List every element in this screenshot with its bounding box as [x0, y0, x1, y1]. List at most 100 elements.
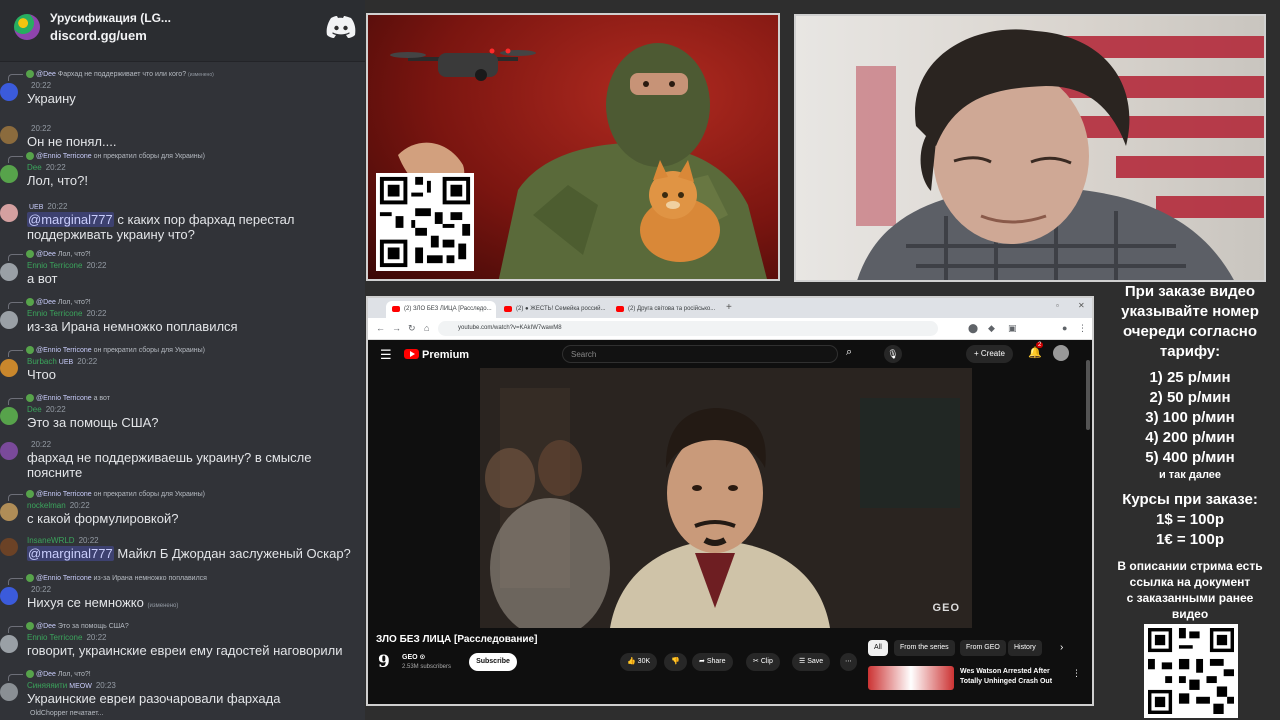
chip-history[interactable]: History [1008, 640, 1042, 656]
recommended-thumbnail[interactable] [868, 666, 954, 690]
user-avatar[interactable] [0, 407, 18, 425]
reply-preview[interactable]: @Ennio Terricone он прекратил сборы для … [8, 346, 205, 357]
message-body: Лол, что?! [27, 173, 88, 188]
more-actions-button[interactable]: ⋯ [840, 653, 857, 671]
desc-line: В описании стрима есть [1117, 559, 1263, 573]
message-body: Майкл Б Джордан заслуженый Оскар? [113, 546, 351, 561]
browser-tab[interactable]: (2) Друга світова та російсько... [610, 301, 720, 318]
reply-preview[interactable]: @Dee Это за помощь США? [8, 622, 129, 633]
message-body: Нихуя се немножко [27, 595, 144, 610]
user-avatar[interactable] [0, 126, 18, 144]
youtube-logo[interactable]: Premium [404, 349, 469, 361]
username[interactable]: Синяяяити [27, 681, 67, 690]
user-avatar[interactable] [0, 359, 18, 377]
username[interactable]: Ennio Terricone [27, 633, 82, 642]
reply-preview[interactable]: @Ennio Terricone из-за Ирана немножко по… [8, 574, 207, 585]
server-invite[interactable]: discord.gg/uem [50, 28, 147, 43]
plus-icon: + [974, 349, 981, 358]
timestamp: 20:22 [31, 81, 52, 90]
reply-preview[interactable]: @Ennio Terricone он прекратил сборы для … [8, 152, 205, 163]
forward-icon[interactable]: → [392, 323, 401, 333]
reload-icon[interactable]: ↻ [408, 323, 416, 334]
reply-preview[interactable]: @Dee Фархад не поддерживает что или кого… [8, 70, 214, 81]
username[interactable]: InsaneWRLD [27, 536, 75, 545]
username[interactable]: Ennio Terricone [27, 309, 82, 318]
hamburger-menu-icon[interactable]: ☰ [380, 347, 392, 363]
reply-preview[interactable]: @Ennio Terricone а вот [7, 394, 110, 405]
user-avatar[interactable] [0, 442, 18, 460]
user-mention[interactable]: @marginal777 [27, 212, 114, 227]
account-avatar[interactable] [1053, 345, 1069, 361]
extension-icon[interactable]: ◆ [988, 323, 995, 334]
reply-preview[interactable]: @Ennio Terricone он прекратил сборы для … [8, 490, 205, 501]
profile-icon[interactable]: ● [1062, 323, 1067, 333]
timestamp: 20:22 [78, 536, 99, 545]
user-mention[interactable]: @marginal777 [27, 546, 114, 561]
video-frame-image [480, 368, 972, 628]
reply-author: @Dee [36, 250, 56, 258]
server-icon[interactable] [14, 14, 40, 40]
username[interactable]: Burbach [27, 357, 57, 366]
reply-avatar-icon [26, 346, 34, 354]
search-icon[interactable]: ⌕ [846, 346, 852, 359]
browser-tab[interactable]: (2) ● ЖЕСТЬ! Семейка россий... [498, 301, 608, 318]
browser-menu-icon[interactable]: ⋮ [1078, 323, 1087, 334]
user-avatar[interactable] [0, 311, 18, 329]
username[interactable]: nockelman [27, 501, 66, 510]
clip-button[interactable]: ✂ Clip [746, 653, 780, 671]
timestamp: 20:22 [69, 501, 90, 510]
message-text: из-за Ирана немножко поплавился [27, 319, 363, 334]
channel-name[interactable]: GEO ⊙ [402, 653, 425, 661]
user-avatar[interactable] [0, 204, 18, 222]
reply-preview[interactable]: @Dee Лол, что?! [8, 298, 91, 309]
chip-from-channel[interactable]: From GEO [960, 640, 1006, 656]
scrollbar[interactable] [1086, 360, 1090, 430]
minimize-icon[interactable]: ▫ [1056, 301, 1059, 310]
extension-icon[interactable]: ⬤ [968, 323, 978, 334]
chip-all[interactable]: All [868, 640, 888, 656]
username[interactable]: Dee [27, 163, 42, 172]
user-avatar[interactable] [0, 263, 18, 281]
video-player[interactable]: GEO [480, 368, 972, 628]
user-avatar[interactable] [0, 165, 18, 183]
reply-text: Лол, что?! [57, 250, 91, 258]
user-avatar[interactable] [0, 683, 18, 701]
subscribe-button[interactable]: Subscribe [469, 653, 517, 671]
home-icon[interactable]: ⌂ [424, 323, 429, 333]
channel-avatar-icon[interactable]: 9 [378, 652, 394, 672]
timestamp: 20:22 [45, 405, 66, 414]
new-tab-icon[interactable]: + [726, 302, 732, 313]
extensions-puzzle-icon[interactable]: ▣ [1008, 323, 1017, 334]
reply-edited-mark: (изменено) [188, 71, 214, 78]
user-avatar[interactable] [0, 635, 18, 653]
microphone-icon[interactable]: 🎙 [884, 345, 902, 363]
reply-preview[interactable]: @Dee Лол, что?! [8, 670, 91, 681]
share-button[interactable]: ➦ Share [692, 653, 733, 671]
username[interactable]: Ennio Terricone [27, 261, 82, 270]
browser-tab-active[interactable]: (2) ЗЛО БЕЗ ЛИЦА [Расследо... [386, 301, 496, 318]
recommended-title[interactable]: Wes Watson Arrested After Totally Unhing… [960, 667, 1072, 687]
message-meta: nockelman 20:22 [27, 501, 90, 510]
user-avatar[interactable] [0, 587, 18, 605]
more-options-icon[interactable]: ⋮ [1072, 668, 1081, 679]
user-avatar[interactable] [0, 538, 18, 556]
back-icon[interactable]: ← [376, 323, 385, 333]
like-button[interactable]: 👍 30K [620, 653, 658, 671]
notifications-bell-icon[interactable]: 🔔 2 [1028, 342, 1044, 359]
user-avatar[interactable] [0, 83, 18, 101]
tab-title: (2) ● ЖЕСТЬ! Семейка россий... [516, 306, 606, 312]
price-tier: 4) 200 р/мин [1145, 429, 1235, 446]
address-bar: ← → ↻ ⌂ youtube.com/watch?v=KAkIW7wawM8 … [368, 318, 1092, 340]
dislike-button[interactable]: 👎 [664, 653, 687, 671]
message-meta: Ennio Terricone 20:22 [27, 261, 106, 270]
close-window-icon[interactable]: ✕ [1078, 301, 1085, 310]
create-button[interactable]: + Create [966, 345, 1013, 363]
search-input[interactable]: Search [562, 345, 838, 363]
chevron-right-icon[interactable]: › [1060, 642, 1063, 653]
url-input[interactable]: youtube.com/watch?v=KAkIW7wawM8 [438, 321, 938, 336]
reply-preview[interactable]: @Dee Лол, что?! [8, 250, 91, 261]
save-button[interactable]: ☰ Save [792, 653, 831, 671]
username[interactable]: Dee [27, 405, 42, 414]
chip-from-series[interactable]: From the series [894, 640, 955, 656]
user-avatar[interactable] [0, 503, 18, 521]
